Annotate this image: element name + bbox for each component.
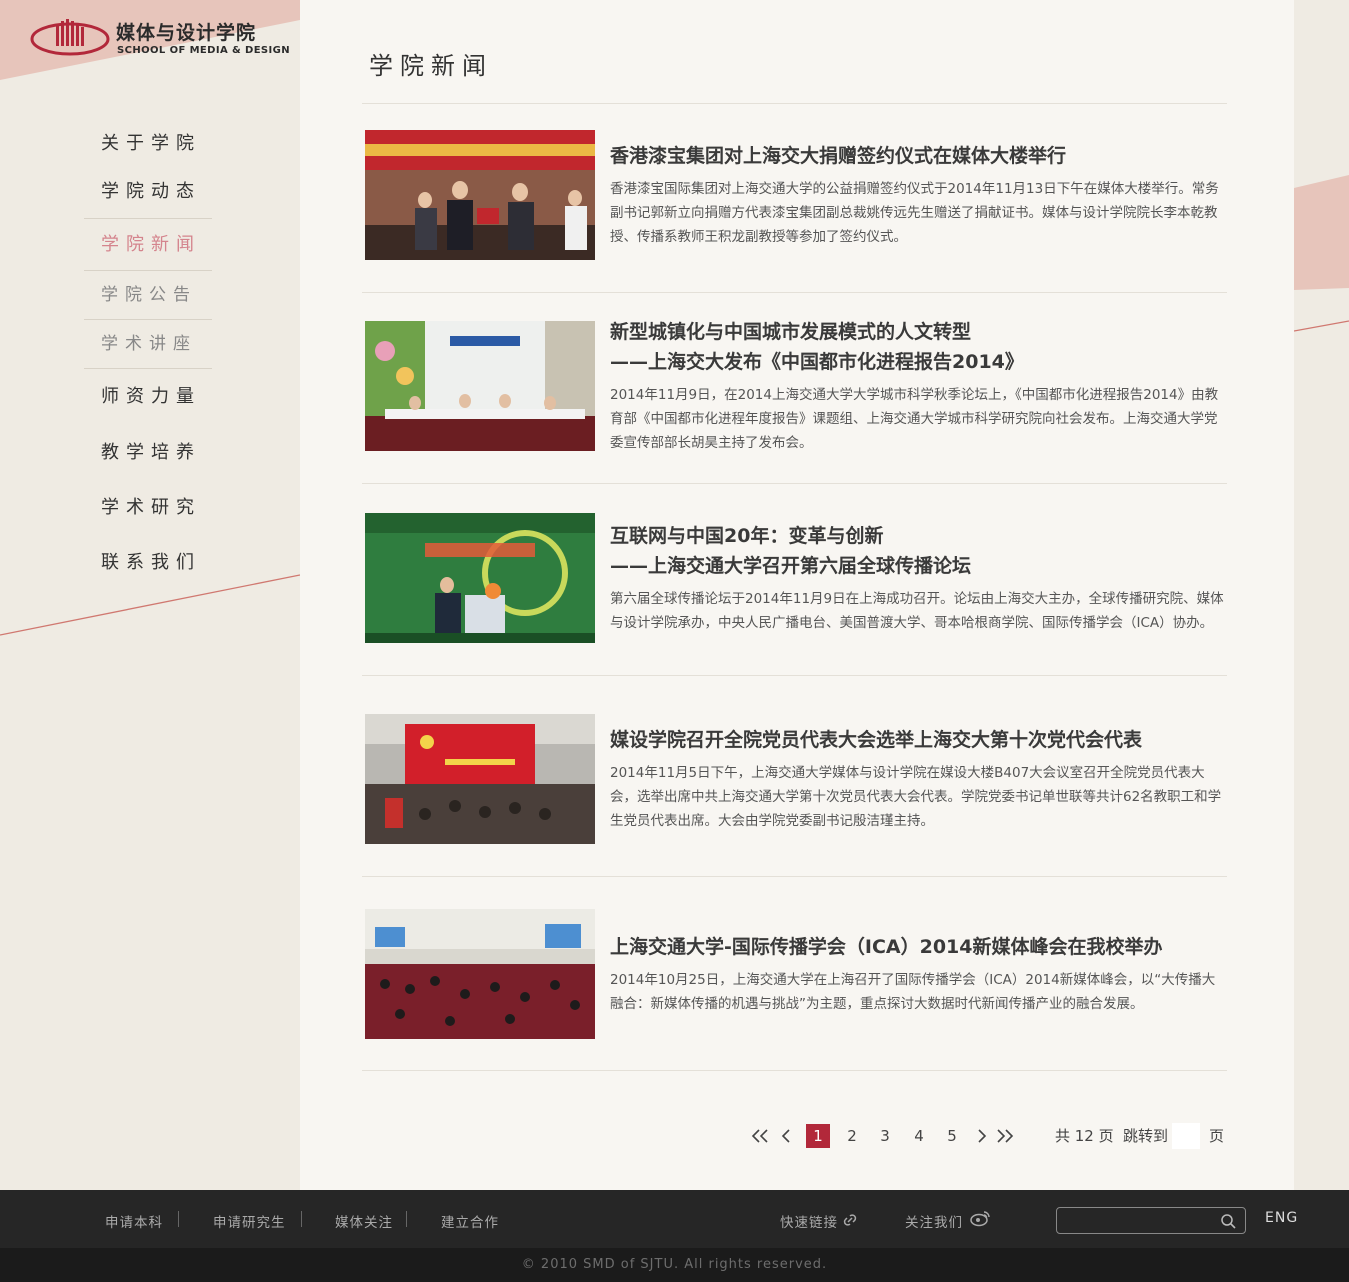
school-logo[interactable]: 媒体与设计学院 SCHOOL OF MEDIA & DESIGN [30, 18, 290, 60]
sidebar-item-about[interactable]: 关于学院 [84, 120, 212, 168]
sidebar-item-news[interactable]: 学院新闻 [84, 219, 212, 270]
auditorium-photo [365, 909, 595, 1039]
news-text: 香港漆宝集团对上海交大捐赠签约仪式在媒体大楼举行 香港漆宝国际集团对上海交通大学… [610, 130, 1227, 260]
speaker-podium-photo [365, 513, 595, 643]
page-5-button[interactable]: 5 [940, 1124, 964, 1148]
link-icon[interactable] [842, 1212, 858, 1228]
page-2-button[interactable]: 2 [840, 1124, 864, 1148]
footer-separator [178, 1211, 179, 1227]
news-text: 新型城镇化与中国城市发展模式的人文转型 ——上海交大发布《中国都市化进程报告20… [610, 321, 1227, 451]
news-title-line1: 媒设学院召开全院党员代表大会选举上海交大第十次党代会代表 [610, 729, 1143, 751]
news-title-line2: ——上海交大发布《中国都市化进程报告2014》 [610, 351, 1024, 373]
news-text: 互联网与中国20年：变革与创新 ——上海交通大学召开第六届全球传播论坛 第六届全… [610, 513, 1227, 643]
jump-page-input[interactable] [1172, 1123, 1200, 1149]
follow-us-button[interactable]: 关注我们 [905, 1211, 963, 1231]
news-divider [362, 483, 1227, 484]
news-thumbnail[interactable] [365, 321, 595, 451]
footer-link-undergrad[interactable]: 申请本科 [105, 1211, 163, 1231]
double-chevron-left-icon [751, 1129, 768, 1143]
news-thumbnail[interactable] [365, 130, 595, 260]
sidebar-item-teaching[interactable]: 教学培养 [84, 425, 212, 481]
news-title-line1: 上海交通大学-国际传播学会（ICA）2014新媒体峰会在我校举办 [610, 936, 1163, 958]
first-page-button[interactable] [750, 1124, 770, 1148]
right-decoration [1294, 0, 1349, 1190]
news-title-line1: 香港漆宝集团对上海交大捐赠签约仪式在媒体大楼举行 [610, 145, 1067, 167]
footer: 申请本科 申请研究生 媒体关注 建立合作 快速链接 关注我们 ENG [0, 1190, 1349, 1248]
copyright-text: © 2010 SMD of SJTU. All rights reserved. [521, 1257, 828, 1272]
sidebar-nav: 关于学院 学院动态 学院新闻 学院公告 学术讲座 师资力量 教学培养 学术研究 … [84, 120, 212, 591]
footer-link-media[interactable]: 媒体关注 [335, 1211, 393, 1231]
news-title[interactable]: 互联网与中国20年：变革与创新 ——上海交通大学召开第六届全球传播论坛 [610, 521, 1227, 581]
sidebar-item-lectures[interactable]: 学术讲座 [84, 320, 212, 368]
right-decoration-shape [1294, 175, 1349, 332]
news-item[interactable]: 互联网与中国20年：变革与创新 ——上海交通大学召开第六届全球传播论坛 第六届全… [365, 513, 1227, 643]
last-page-button[interactable] [995, 1124, 1015, 1148]
news-divider [362, 1070, 1227, 1071]
weibo-icon[interactable] [970, 1209, 992, 1227]
news-divider [362, 675, 1227, 676]
chevron-left-icon [781, 1129, 790, 1143]
news-text: 上海交通大学-国际传播学会（ICA）2014新媒体峰会在我校举办 2014年10… [610, 909, 1227, 1039]
party-meeting-photo [365, 714, 595, 844]
page-3-button[interactable]: 3 [873, 1124, 897, 1148]
logo-name-cn: 媒体与设计学院 [116, 22, 257, 44]
news-thumbnail[interactable] [365, 909, 595, 1039]
title-divider [362, 103, 1227, 104]
logo-emblem-icon [30, 19, 110, 56]
news-item[interactable]: 媒设学院召开全院党员代表大会选举上海交大第十次党代会代表 2014年11月5日下… [365, 714, 1227, 844]
news-summary: 香港漆宝国际集团对上海交通大学的公益捐赠签约仪式于2014年11月13日下午在媒… [610, 181, 1219, 245]
news-divider [362, 292, 1227, 293]
footer-separator [406, 1211, 407, 1227]
forum-panel-photo [365, 321, 595, 451]
next-page-button[interactable] [972, 1124, 992, 1148]
prev-page-button[interactable] [776, 1124, 796, 1148]
chevron-right-icon [978, 1129, 987, 1143]
page-4-button[interactable]: 4 [907, 1124, 931, 1148]
news-item[interactable]: 新型城镇化与中国城市发展模式的人文转型 ——上海交大发布《中国都市化进程报告20… [365, 321, 1227, 451]
news-summary: 2014年11月5日下午，上海交通大学媒体与设计学院在媒设大楼B407大会议室召… [610, 765, 1222, 829]
logo-name-en: SCHOOL OF MEDIA & DESIGN [117, 45, 291, 56]
news-title[interactable]: 新型城镇化与中国城市发展模式的人文转型 ——上海交大发布《中国都市化进程报告20… [610, 317, 1227, 377]
news-title[interactable]: 香港漆宝集团对上海交大捐赠签约仪式在媒体大楼举行 [610, 141, 1227, 171]
search-icon[interactable] [1220, 1213, 1236, 1229]
search-input[interactable] [1065, 1211, 1215, 1231]
sidebar-item-announcements[interactable]: 学院公告 [84, 271, 212, 319]
news-title-line2: ——上海交通大学召开第六届全球传播论坛 [610, 555, 972, 577]
news-thumbnail[interactable] [365, 513, 595, 643]
news-item[interactable]: 上海交通大学-国际传播学会（ICA）2014新媒体峰会在我校举办 2014年10… [365, 909, 1227, 1039]
main-content: 学院新闻 香港漆宝集团对上海交大捐赠签约仪式在媒体大楼举行 香港漆宝国际集团对上… [300, 0, 1294, 1190]
page-1-button[interactable]: 1 [806, 1124, 830, 1148]
news-summary: 2014年11月9日，在2014上海交通大学大学城市科学秋季论坛上，《中国都市化… [610, 387, 1219, 451]
copyright-bar: © 2010 SMD of SJTU. All rights reserved. [0, 1248, 1349, 1282]
news-thumbnail[interactable] [365, 714, 595, 844]
quick-links-button[interactable]: 快速链接 [780, 1211, 838, 1231]
footer-link-cooperation[interactable]: 建立合作 [441, 1211, 499, 1231]
sidebar-item-research[interactable]: 学术研究 [84, 481, 212, 535]
ceremony-photo [365, 130, 595, 260]
footer-link-graduate[interactable]: 申请研究生 [213, 1211, 286, 1231]
news-summary: 第六届全球传播论坛于2014年11月9日在上海成功召开。论坛由上海交大主办，全球… [610, 591, 1224, 631]
news-text: 媒设学院召开全院党员代表大会选举上海交大第十次党代会代表 2014年11月5日下… [610, 714, 1227, 844]
jump-to-label: 跳转到 [1123, 1127, 1169, 1145]
news-title-line1: 互联网与中国20年：变革与创新 [610, 525, 884, 547]
language-switch[interactable]: ENG [1265, 1210, 1298, 1226]
news-title[interactable]: 媒设学院召开全院党员代表大会选举上海交大第十次党代会代表 [610, 725, 1227, 755]
page-suffix-label: 页 [1209, 1127, 1225, 1145]
sidebar-item-dynamics[interactable]: 学院动态 [84, 168, 212, 216]
news-item[interactable]: 香港漆宝集团对上海交大捐赠签约仪式在媒体大楼举行 香港漆宝国际集团对上海交通大学… [365, 130, 1227, 260]
double-chevron-right-icon [997, 1129, 1014, 1143]
news-summary: 2014年10月25日，上海交通大学在上海召开了国际传播学会（ICA）2014新… [610, 972, 1216, 1012]
sidebar-item-faculty[interactable]: 师资力量 [84, 369, 212, 425]
search-box [1056, 1207, 1246, 1234]
sidebar-item-contact[interactable]: 联系我们 [84, 535, 212, 591]
footer-separator [301, 1211, 302, 1227]
page-title: 学院新闻 [369, 52, 493, 80]
news-title-line1: 新型城镇化与中国城市发展模式的人文转型 [610, 321, 972, 343]
total-pages-label: 共 12 页 [1055, 1127, 1114, 1145]
pagination: 1 2 3 4 5 共 12 页 跳转到 页 [750, 1123, 1230, 1149]
news-divider [362, 876, 1227, 877]
sidebar: 媒体与设计学院 SCHOOL OF MEDIA & DESIGN 关于学院 学院… [0, 0, 300, 1190]
news-title[interactable]: 上海交通大学-国际传播学会（ICA）2014新媒体峰会在我校举办 [610, 932, 1227, 962]
